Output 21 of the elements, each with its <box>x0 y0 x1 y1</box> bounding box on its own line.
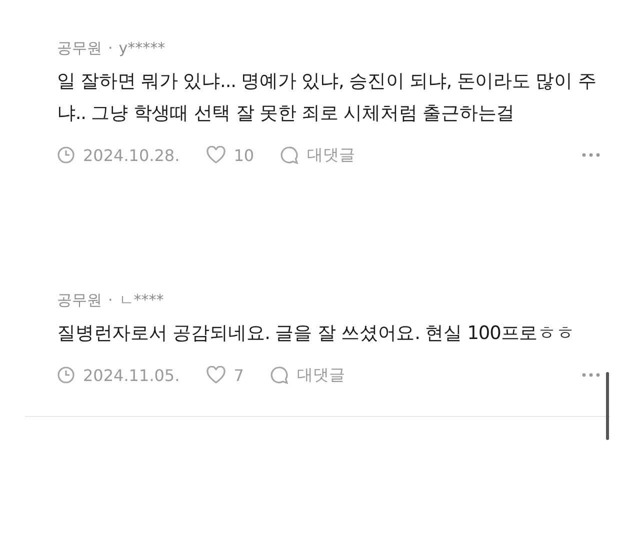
speech-bubble-icon[interactable] <box>280 146 300 164</box>
reply-link[interactable]: 대댓글 <box>307 144 356 166</box>
author-name: y***** <box>118 39 166 57</box>
separator-dot: · <box>108 291 113 309</box>
heart-icon[interactable] <box>206 366 226 384</box>
clock-icon <box>57 366 75 384</box>
clock-icon <box>57 146 75 164</box>
date-text: 2024.10.28. <box>83 146 180 164</box>
comment-text: 일 잘하면 뭐가 있냐... 명예가 있냐, 승진이 되냐, 돈이라도 많이 주냐.. 그냥 학생때 선택 잘 못한 죄로 시체처럼 출근하는걸 <box>57 70 598 126</box>
speech-bubble-icon[interactable] <box>270 366 289 384</box>
heart-icon[interactable] <box>206 146 226 164</box>
category-label: 공무원 <box>57 38 102 58</box>
date-text: 2024.11.05. <box>83 366 180 384</box>
separator-dot: · <box>108 39 113 57</box>
category-label: 공무원 <box>57 290 102 310</box>
scrollbar[interactable] <box>606 372 609 440</box>
comment-text: 질병런자로서 공감되네요. 글을 잘 쓰셨어요. 현실 100프로ㅎㅎ <box>57 322 576 346</box>
reply-link[interactable]: 대댓글 <box>296 364 345 386</box>
author-name: ㄴ**** <box>118 290 164 310</box>
like-count: 10 <box>234 146 254 164</box>
like-count: 7 <box>234 366 244 384</box>
